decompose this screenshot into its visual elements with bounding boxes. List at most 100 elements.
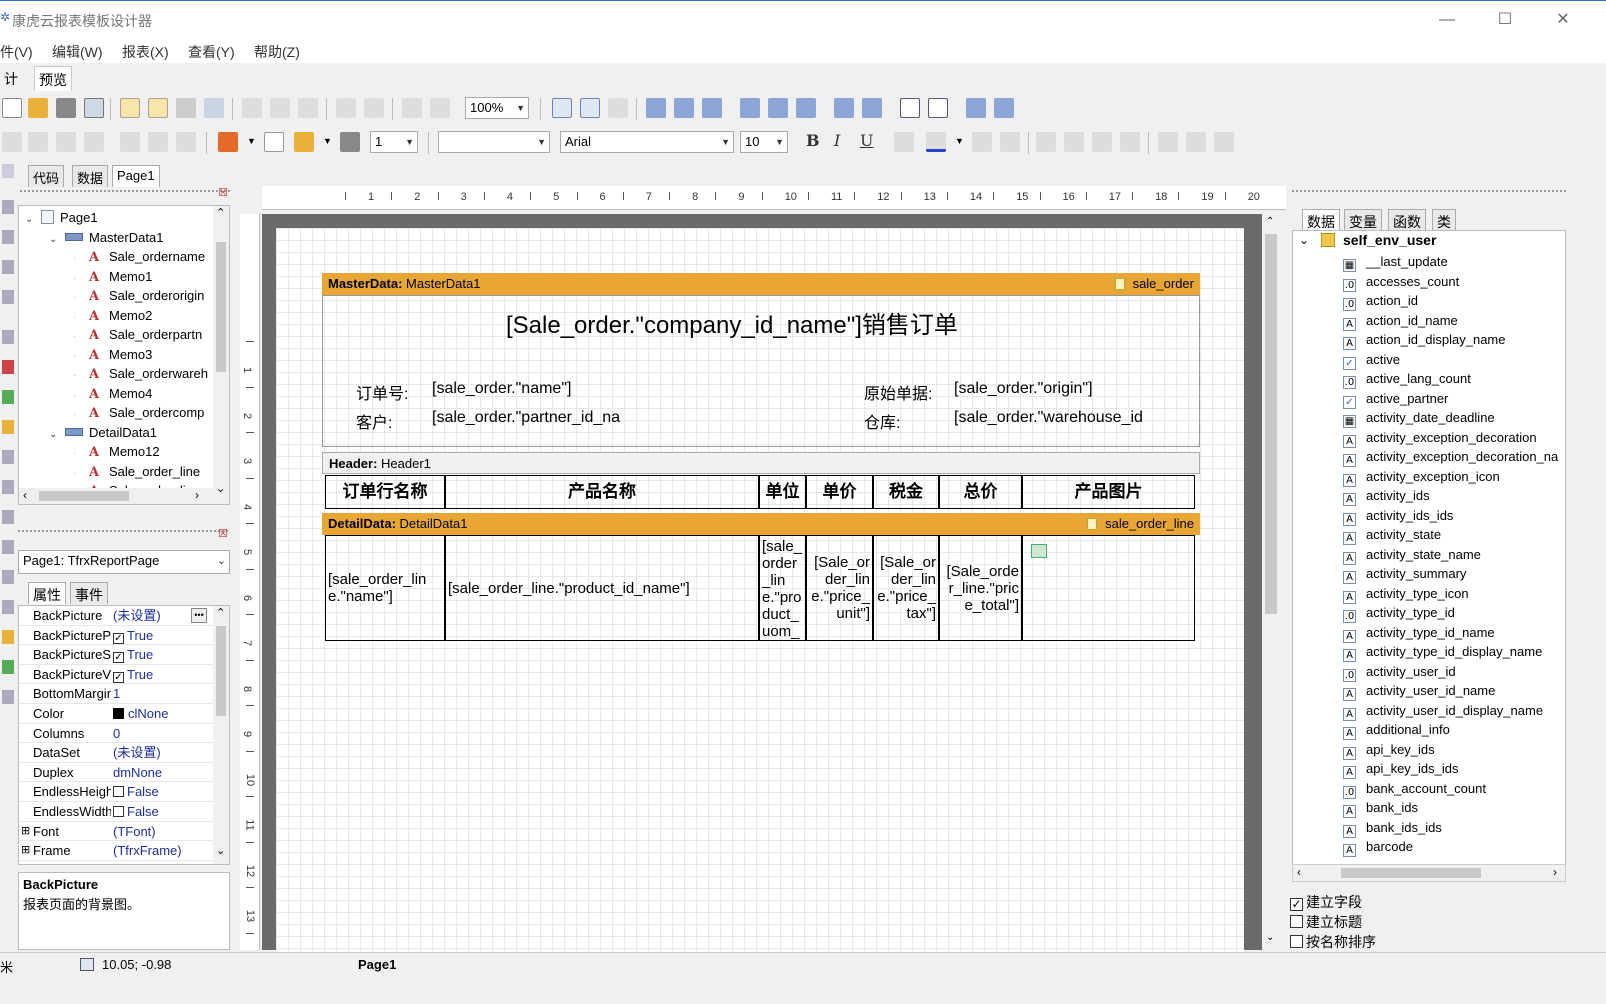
- field-item[interactable]: Aactivity_type_icon: [1343, 584, 1469, 604]
- title-memo[interactable]: [Sale_order."company_id_name"]销售订单: [506, 305, 958, 340]
- style-select[interactable]: ▼: [438, 131, 550, 153]
- maximize-button[interactable]: ☐: [1490, 9, 1520, 31]
- undo-icon[interactable]: [336, 98, 356, 118]
- shadow-icon[interactable]: [176, 132, 196, 152]
- chevron-down-icon[interactable]: ⌄: [1266, 932, 1274, 943]
- field-item[interactable]: ✓ active_partner: [1343, 389, 1448, 409]
- chevron-up-icon[interactable]: ⌃: [216, 606, 225, 619]
- chevron-down-icon[interactable]: ⌄: [216, 482, 225, 495]
- frame-style-icon[interactable]: [340, 132, 360, 152]
- property-value[interactable]: ✓ True: [113, 665, 153, 684]
- option-checkbox[interactable]: 按名称排序: [1290, 932, 1376, 952]
- close-panel-icon[interactable]: ☒: [218, 186, 228, 199]
- fill-color-icon[interactable]: [218, 132, 238, 152]
- print-preview-icon[interactable]: [84, 98, 104, 118]
- picture-tool-icon[interactable]: [2, 390, 14, 404]
- checkbox[interactable]: ✓: [1290, 898, 1303, 911]
- property-value[interactable]: (未设置): [113, 606, 161, 625]
- tree-node-memo[interactable]: ·ASale_order_line: [73, 462, 200, 482]
- tree-vertical-scrollbar[interactable]: ⌃ ⌄: [213, 206, 229, 504]
- menu-view[interactable]: 查看(Y): [188, 42, 235, 62]
- ungroup-icon[interactable]: [430, 98, 450, 118]
- text-align-center-icon[interactable]: [1064, 132, 1084, 152]
- tree-node-memo[interactable]: · A Sale_orderpartn: [73, 325, 202, 345]
- select-tool-icon[interactable]: [2, 164, 14, 178]
- customer-value[interactable]: [sale_order."partner_id_na: [432, 409, 620, 427]
- chevron-up-icon[interactable]: ⌃: [1266, 216, 1274, 227]
- frame-bottom-icon[interactable]: [28, 132, 48, 152]
- font-name-select[interactable]: Arial ▼: [560, 131, 734, 153]
- new-report-icon[interactable]: [2, 98, 22, 118]
- menu-edit[interactable]: 编辑(W): [52, 42, 103, 62]
- align-top-icon[interactable]: [740, 98, 760, 118]
- property-row[interactable]: BackPictureVisible✓True: [19, 665, 215, 685]
- field-item[interactable]: Aactivity_type_id_display_name: [1343, 642, 1542, 662]
- property-value[interactable]: ✓ True: [113, 626, 153, 645]
- same-height-icon[interactable]: [994, 98, 1014, 118]
- center-vertical-icon[interactable]: [928, 98, 948, 118]
- field-item[interactable]: Abarcode: [1343, 837, 1413, 857]
- field-item[interactable]: Aapi_key_ids: [1343, 740, 1435, 760]
- fit-to-grid-icon[interactable]: [608, 98, 628, 118]
- collapse-toggle-icon[interactable]: ⌄: [25, 210, 37, 230]
- new-dialog-icon[interactable]: [148, 98, 168, 118]
- rotation-icon[interactable]: [1000, 132, 1020, 152]
- checkbox[interactable]: [1290, 935, 1303, 948]
- detail-cell[interactable]: [sale_order_line."product_id_name"]: [445, 535, 759, 641]
- tab-events[interactable]: 事件: [70, 582, 108, 604]
- detail-cell[interactable]: [Sale_order_line."price_total"]: [939, 535, 1022, 641]
- band-tool-icon[interactable]: [2, 330, 14, 344]
- show-grid-icon[interactable]: [552, 98, 572, 118]
- field-tree-horizontal-scrollbar[interactable]: ‹ ›: [1292, 864, 1566, 882]
- chevron-right-icon[interactable]: ›: [1553, 865, 1557, 879]
- property-row[interactable]: BackPictureStretched✓True: [19, 645, 215, 665]
- open-folder-icon[interactable]: [28, 98, 48, 118]
- tree-node-memo[interactable]: · A Sale_orderorigin: [73, 286, 204, 306]
- delete-page-icon[interactable]: [176, 98, 196, 118]
- fill-style-icon[interactable]: [264, 132, 284, 152]
- chevron-left-icon[interactable]: ‹: [1297, 865, 1301, 879]
- expand-icon[interactable]: ⊞: [21, 841, 30, 860]
- property-value[interactable]: (TFont): [113, 822, 156, 841]
- panel-grip[interactable]: [20, 190, 230, 194]
- highlight-icon[interactable]: [972, 132, 992, 152]
- field-item[interactable]: .0 bank_account_count: [1343, 779, 1486, 799]
- checkbox[interactable]: [113, 786, 124, 798]
- property-scrollbar[interactable]: ⌃ ⌄: [213, 606, 229, 864]
- zoom-tool-icon[interactable]: [2, 230, 14, 244]
- field-item[interactable]: Aactivity_state: [1343, 525, 1441, 545]
- chart-tool-icon[interactable]: [2, 540, 14, 554]
- align-right-icon[interactable]: [702, 98, 722, 118]
- chevron-down-icon[interactable]: ▼: [955, 136, 964, 146]
- field-item[interactable]: Aactivity_exception_icon: [1343, 467, 1500, 487]
- field-item[interactable]: Aactivity_user_id_name: [1343, 681, 1495, 701]
- space-vertical-icon[interactable]: [862, 98, 882, 118]
- save-icon[interactable]: [56, 98, 76, 118]
- menu-file[interactable]: 件(V): [0, 42, 33, 62]
- field-item[interactable]: ▦ activity_date_deadline: [1343, 408, 1495, 428]
- origin-label[interactable]: 原始单据:: [864, 380, 932, 404]
- tree-node-memo[interactable]: · A Memo4: [73, 384, 152, 404]
- group-icon[interactable]: [402, 98, 422, 118]
- cut-icon[interactable]: [242, 98, 262, 118]
- frame-none-icon[interactable]: [148, 132, 168, 152]
- tab-code[interactable]: 代码: [28, 165, 65, 187]
- minimize-button[interactable]: —: [1432, 9, 1462, 31]
- text-align-right-icon[interactable]: [1092, 132, 1112, 152]
- paste-icon[interactable]: [298, 98, 318, 118]
- column-header[interactable]: 税金: [873, 475, 939, 509]
- tab-data[interactable]: 数据: [72, 165, 109, 187]
- column-header[interactable]: 产品名称: [445, 475, 759, 509]
- field-item[interactable]: ▦ __last_update: [1343, 252, 1448, 272]
- field-item[interactable]: Aactivity_exception_decoration_na: [1343, 447, 1558, 467]
- dataset-root[interactable]: self_env_user: [1343, 232, 1436, 248]
- property-row[interactable]: ⊞ Font (TFont): [19, 822, 215, 842]
- field-item[interactable]: Aactivity_type_id_name: [1343, 623, 1495, 643]
- ellipsis-button[interactable]: •••: [191, 608, 207, 623]
- property-value[interactable]: 1: [113, 684, 120, 703]
- frame-left-icon[interactable]: [56, 132, 76, 152]
- tree-node-band[interactable]: ⌄ MasterData1: [49, 228, 163, 248]
- checkbox[interactable]: ✓: [113, 632, 124, 644]
- text-justify-icon[interactable]: [1120, 132, 1140, 152]
- checkbox[interactable]: ✓: [113, 652, 124, 664]
